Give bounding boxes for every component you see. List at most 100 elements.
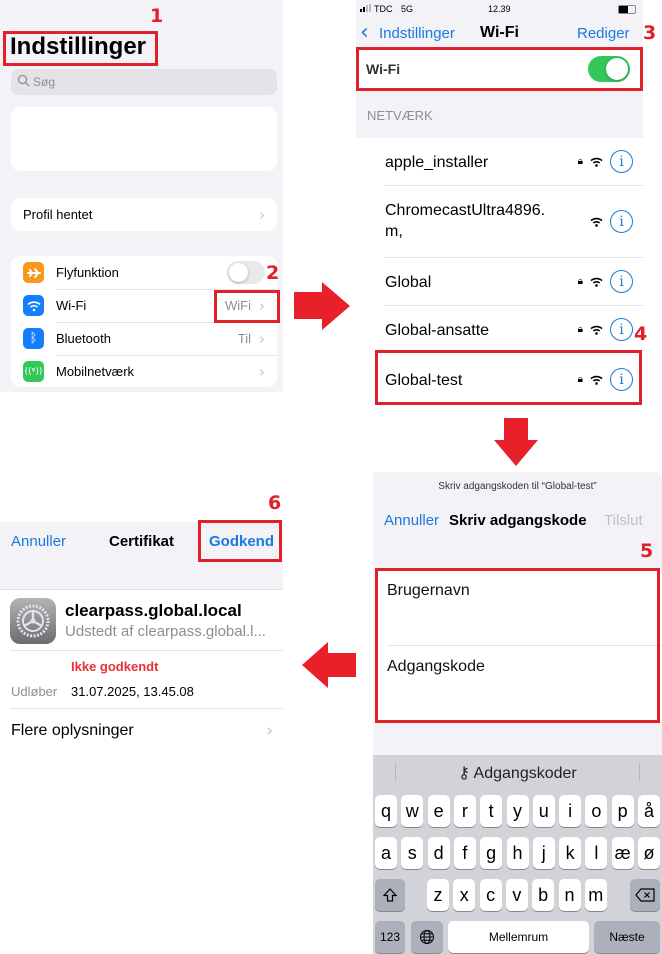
join-button[interactable]: Tilslut — [604, 512, 643, 529]
highlight-box — [375, 350, 642, 405]
numbers-key[interactable]: 123 — [375, 921, 405, 953]
info-button[interactable]: i — [610, 270, 633, 293]
key-p[interactable]: p — [611, 795, 634, 827]
status-bar: TDC 5G 12.39 — [356, 0, 643, 18]
key-v[interactable]: v — [505, 879, 528, 911]
key-icon: ⚷ — [458, 763, 470, 782]
network-row[interactable]: apple_installer 🔒︎ i — [385, 138, 643, 186]
apple-id-card[interactable] — [11, 107, 277, 171]
key-c[interactable]: c — [479, 879, 502, 911]
key-j[interactable]: j — [532, 837, 555, 869]
key-k[interactable]: k — [559, 837, 582, 869]
network-row[interactable]: Global 🔒︎ i — [385, 258, 643, 306]
step-label: 3 — [643, 22, 657, 44]
key-t[interactable]: t — [480, 795, 503, 827]
settings-row-bluetooth[interactable]: ᛒ Bluetooth Til › — [11, 322, 277, 355]
key-u[interactable]: u — [532, 795, 555, 827]
search-input[interactable]: Søg — [11, 69, 277, 95]
arrow-left-icon — [302, 642, 356, 688]
key-f[interactable]: f — [453, 837, 476, 869]
key-e[interactable]: e — [427, 795, 450, 827]
arrow-right-icon — [294, 282, 350, 330]
nav-bar: ‹ Indstillinger Wi-Fi Rediger — [356, 18, 643, 48]
info-button[interactable]: i — [610, 150, 633, 173]
certificate-name: clearpass.global.local — [65, 601, 242, 620]
wifi-signal-icon — [590, 157, 603, 167]
more-details-label: Flere oplysninger — [11, 722, 134, 739]
settings-row-cellular[interactable]: ((ᵠ)) Mobilnetværk › — [11, 355, 277, 388]
globe-icon — [420, 930, 434, 944]
edit-button[interactable]: Rediger — [577, 25, 630, 42]
key-m[interactable]: m — [584, 879, 607, 911]
key-a[interactable]: a — [375, 837, 397, 869]
key-x[interactable]: x — [453, 879, 476, 911]
certificate-gear-icon — [10, 598, 56, 644]
network-name: ChromecastUltra4896. m, — [385, 202, 546, 240]
key-h[interactable]: h — [506, 837, 529, 869]
chevron-right-icon: › — [266, 721, 273, 741]
back-button[interactable]: Indstillinger — [379, 25, 455, 42]
settings-row-airplane[interactable]: Flyfunktion — [11, 256, 277, 289]
highlight-box — [3, 31, 158, 66]
key-y[interactable]: y — [506, 795, 529, 827]
highlight-box — [375, 568, 660, 723]
signal-icon — [360, 4, 371, 12]
settings-row-label: Mobilnetværk — [56, 364, 135, 379]
key-r[interactable]: r — [453, 795, 476, 827]
shift-key[interactable] — [375, 879, 405, 911]
key-i[interactable]: i — [559, 795, 582, 827]
expires-value: 31.07.2025, 13.45.08 — [71, 684, 194, 699]
more-details-row[interactable]: Flere oplysninger › — [0, 709, 283, 753]
network-row[interactable]: ChromecastUltra4896. m, i — [385, 186, 643, 258]
key-b[interactable]: b — [532, 879, 555, 911]
key-å[interactable]: å — [638, 795, 660, 827]
key-ø[interactable]: ø — [638, 837, 660, 869]
airplane-toggle[interactable] — [227, 261, 265, 284]
network-row[interactable]: Global-ansatte 🔒︎ i — [385, 306, 643, 354]
key-n[interactable]: n — [558, 879, 581, 911]
expires-label: Udløber — [11, 684, 58, 699]
settings-row-label: Bluetooth — [56, 331, 111, 346]
certificate-issuer: Udstedt af clearpass.global.l... — [65, 623, 266, 640]
chevron-right-icon: › — [259, 330, 265, 348]
key-æ[interactable]: æ — [611, 837, 634, 869]
password-prompt: Skriv adgangskoden til “Global-test” — [438, 481, 597, 492]
key-g[interactable]: g — [480, 837, 503, 869]
wifi-signal-icon — [590, 277, 603, 287]
settings-row-value: Til — [237, 331, 251, 346]
info-button[interactable]: i — [610, 210, 633, 233]
key-z[interactable]: z — [427, 879, 449, 911]
highlight-box — [214, 290, 280, 323]
step-label: 6 — [268, 492, 282, 514]
key-o[interactable]: o — [585, 795, 608, 827]
network-name: apple_installer — [385, 154, 489, 171]
wifi-icon — [23, 295, 44, 316]
search-icon — [17, 74, 30, 87]
suggestion-label: Adgangskoder — [473, 765, 577, 782]
next-key[interactable]: Næste — [594, 921, 660, 953]
key-w[interactable]: w — [401, 795, 424, 827]
key-d[interactable]: d — [427, 837, 450, 869]
key-q[interactable]: q — [375, 795, 397, 827]
step-label: 5 — [640, 540, 654, 562]
highlight-box — [356, 47, 643, 91]
key-l[interactable]: l — [585, 837, 608, 869]
passwords-suggestion[interactable]: ⚷ Adgangskoder — [373, 763, 662, 783]
globe-key[interactable] — [411, 921, 443, 953]
back-chevron-icon[interactable]: ‹ — [360, 20, 369, 45]
info-button[interactable]: i — [610, 318, 633, 341]
wifi-signal-icon — [590, 325, 603, 335]
shift-icon — [382, 888, 398, 902]
cellular-icon: ((ᵠ)) — [23, 361, 44, 382]
step-label: 4 — [634, 323, 648, 345]
cancel-button[interactable]: Annuller — [11, 533, 66, 550]
chevron-right-icon: › — [259, 363, 265, 381]
step-label: 1 — [150, 5, 164, 27]
profile-downloaded-row[interactable]: Profil hentet › — [11, 198, 277, 231]
space-key[interactable]: Mellemrum — [448, 921, 589, 953]
cancel-button[interactable]: Annuller — [384, 512, 439, 529]
delete-key[interactable] — [630, 879, 660, 911]
lock-icon: 🔒︎ — [577, 276, 583, 287]
backspace-icon — [635, 888, 655, 902]
key-s[interactable]: s — [401, 837, 424, 869]
